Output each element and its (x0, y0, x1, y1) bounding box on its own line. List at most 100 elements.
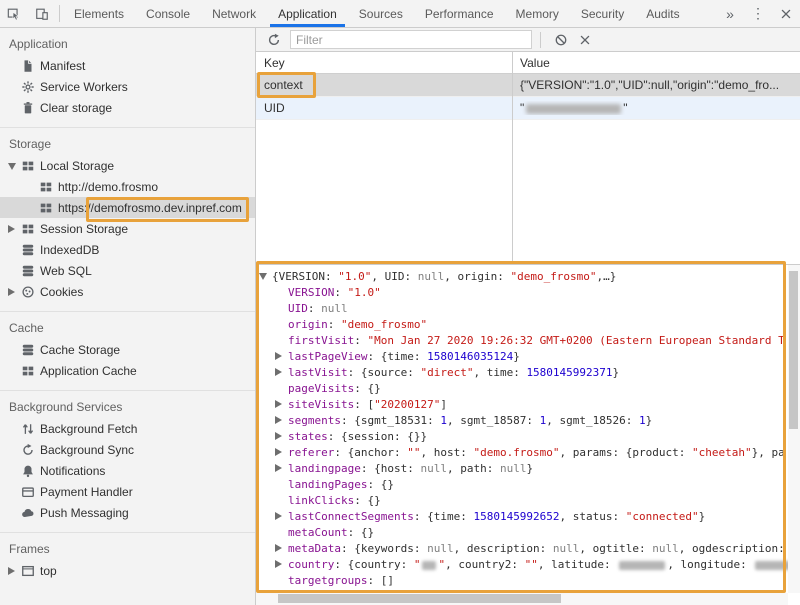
sidebar-section-background-services: Background ServicesBackground FetchBackg… (0, 391, 255, 533)
disclosure-closed-icon[interactable] (275, 557, 288, 573)
sidebar-item-push-messaging[interactable]: Push Messaging (0, 502, 255, 523)
sidebar-item-top[interactable]: top (0, 560, 255, 581)
json-token: targetgroups (288, 574, 367, 587)
tabbar-divider (59, 5, 60, 22)
json-token: segments (288, 414, 341, 427)
json-token: : {} (348, 526, 375, 539)
delete-selected-button[interactable] (573, 30, 597, 50)
block-icon (554, 33, 568, 47)
more-tabs-button[interactable]: » (716, 0, 744, 27)
tab-memory[interactable]: Memory (508, 0, 567, 27)
disclosure-closed-icon[interactable] (8, 222, 21, 236)
sidebar-item-label: Cookies (40, 285, 83, 299)
sidebar-item-payment-handler[interactable]: Payment Handler (0, 481, 255, 502)
cell-value: "" (512, 101, 800, 115)
tab-elements[interactable]: Elements (66, 0, 132, 27)
tab-sources[interactable]: Sources (351, 0, 411, 27)
filter-input[interactable] (290, 30, 532, 49)
json-line-segments[interactable]: segments: {sgmt_18531: 1, sgmt_18587: 1,… (256, 413, 788, 429)
sidebar-item-https-demofrosmo-dev-inpref-com[interactable]: https://demofrosmo.dev.inpref.com (0, 197, 255, 218)
tab-security[interactable]: Security (573, 0, 632, 27)
tab-console[interactable]: Console (138, 0, 198, 27)
sidebar-item-label: Local Storage (40, 159, 114, 173)
sidebar-item-manifest[interactable]: Manifest (0, 55, 255, 76)
sidebar-item-indexeddb[interactable]: IndexedDB (0, 239, 255, 260)
json-token: states (288, 430, 328, 443)
disclosure-closed-icon[interactable] (275, 541, 288, 557)
sidebar-item-application-cache[interactable]: Application Cache (0, 360, 255, 381)
json-line-lastpageview[interactable]: lastPageView: {time: 1580146035124} (256, 349, 788, 365)
json-line-landingpage[interactable]: landingpage: {host: null, path: null} (256, 461, 788, 477)
sidebar-item-notifications[interactable]: Notifications (0, 460, 255, 481)
sidebar-item-http-demo-frosmo[interactable]: http://demo.frosmo (0, 176, 255, 197)
sidebar-item-cache-storage[interactable]: Cache Storage (0, 339, 255, 360)
table-row-uid[interactable]: UID"" (256, 97, 800, 120)
json-line-lastconnectsegments[interactable]: lastConnectSegments: {time: 158014599265… (256, 509, 788, 525)
json-line-sitevisits[interactable]: siteVisits: ["20200127"] (256, 397, 788, 413)
disclosure-open-icon[interactable] (8, 159, 21, 173)
sidebar-item-clear-storage[interactable]: Clear storage (0, 97, 255, 118)
disclosure-closed-icon[interactable] (275, 397, 288, 413)
tab-performance[interactable]: Performance (417, 0, 502, 27)
horizontal-scrollbar-thumb[interactable] (278, 594, 561, 603)
disclosure-open-icon[interactable] (259, 269, 272, 285)
disclosure-closed-icon[interactable] (275, 349, 288, 365)
sidebar-item-web-sql[interactable]: Web SQL (0, 260, 255, 281)
json-token: null (321, 302, 348, 315)
sidebar-item-session-storage[interactable]: Session Storage (0, 218, 255, 239)
disclosure-closed-icon[interactable] (275, 365, 288, 381)
vertical-scrollbar-thumb[interactable] (789, 271, 798, 429)
json-token: ,…} (597, 270, 617, 283)
device-toolbar-button[interactable] (28, 0, 56, 27)
inspect-element-button[interactable] (0, 0, 28, 27)
json-token: null (500, 462, 527, 475)
column-header-key[interactable]: Key (256, 56, 512, 70)
disclosure-closed-icon[interactable] (275, 509, 288, 525)
column-resize-handle[interactable] (512, 52, 513, 264)
json-line-metadata[interactable]: metaData: {keywords: null, description: … (256, 541, 788, 557)
cell-value: {"VERSION":"1.0","UID":null,"origin":"de… (512, 78, 800, 92)
sidebar-item-cookies[interactable]: Cookies (0, 281, 255, 302)
json-token: VERSION (288, 286, 334, 299)
devtools-menu-button[interactable]: ⋮ (744, 0, 772, 27)
json-line-targetgroups: targetgroups: [] (256, 573, 788, 589)
table-row-context[interactable]: context{"VERSION":"1.0","UID":null,"orig… (256, 74, 800, 97)
refresh-button[interactable] (262, 30, 286, 50)
sidebar-item-background-fetch[interactable]: Background Fetch (0, 418, 255, 439)
json-token: "1.0" (348, 286, 381, 299)
cloud-icon (21, 506, 35, 520)
json-token: origin (288, 318, 328, 331)
disclosure-closed-icon[interactable] (8, 285, 21, 299)
devtools-close-button[interactable] (772, 0, 800, 27)
sidebar-item-local-storage[interactable]: Local Storage (0, 155, 255, 176)
bell-icon (21, 464, 35, 478)
json-line-country[interactable]: country: {country: "", country2: "", lat… (256, 557, 788, 573)
json-line-origin: origin: "demo_frosmo" (256, 317, 788, 333)
disclosure-closed-icon[interactable] (275, 461, 288, 477)
disclosure-closed-icon[interactable] (275, 429, 288, 445)
tab-audits[interactable]: Audits (638, 0, 687, 27)
sidebar-item-background-sync[interactable]: Background Sync (0, 439, 255, 460)
disclosure-closed-icon[interactable] (275, 445, 288, 461)
disclosure-closed-icon[interactable] (275, 413, 288, 429)
json-line-lastvisit[interactable]: lastVisit: {source: "direct", time: 1580… (256, 365, 788, 381)
disclosure-closed-icon[interactable] (8, 564, 21, 578)
sidebar-item-label: Application Cache (40, 364, 137, 378)
json-tree: {VERSION: "1.0", UID: null, origin: "dem… (256, 267, 788, 593)
card-icon (21, 485, 35, 499)
json-line-root[interactable]: {VERSION: "1.0", UID: null, origin: "dem… (256, 269, 788, 285)
json-token: "connected" (626, 510, 699, 523)
sidebar-item-service-workers[interactable]: Service Workers (0, 76, 255, 97)
json-line-referer[interactable]: referer: {anchor: "", host: "demo.frosmo… (256, 445, 788, 461)
column-header-value[interactable]: Value (512, 56, 800, 70)
tab-list: ElementsConsoleNetworkApplicationSources… (63, 0, 691, 27)
json-line-states[interactable]: states: {session: {}} (256, 429, 788, 445)
json-token: country (288, 558, 334, 571)
tab-network[interactable]: Network (204, 0, 264, 27)
clear-all-button[interactable] (549, 30, 573, 50)
json-token: "demo.frosmo" (473, 446, 559, 459)
devtools-window: ElementsConsoleNetworkApplicationSources… (0, 0, 800, 605)
json-token: } (613, 366, 620, 379)
json-token: }, pa (752, 446, 785, 459)
tab-application[interactable]: Application (270, 0, 345, 27)
